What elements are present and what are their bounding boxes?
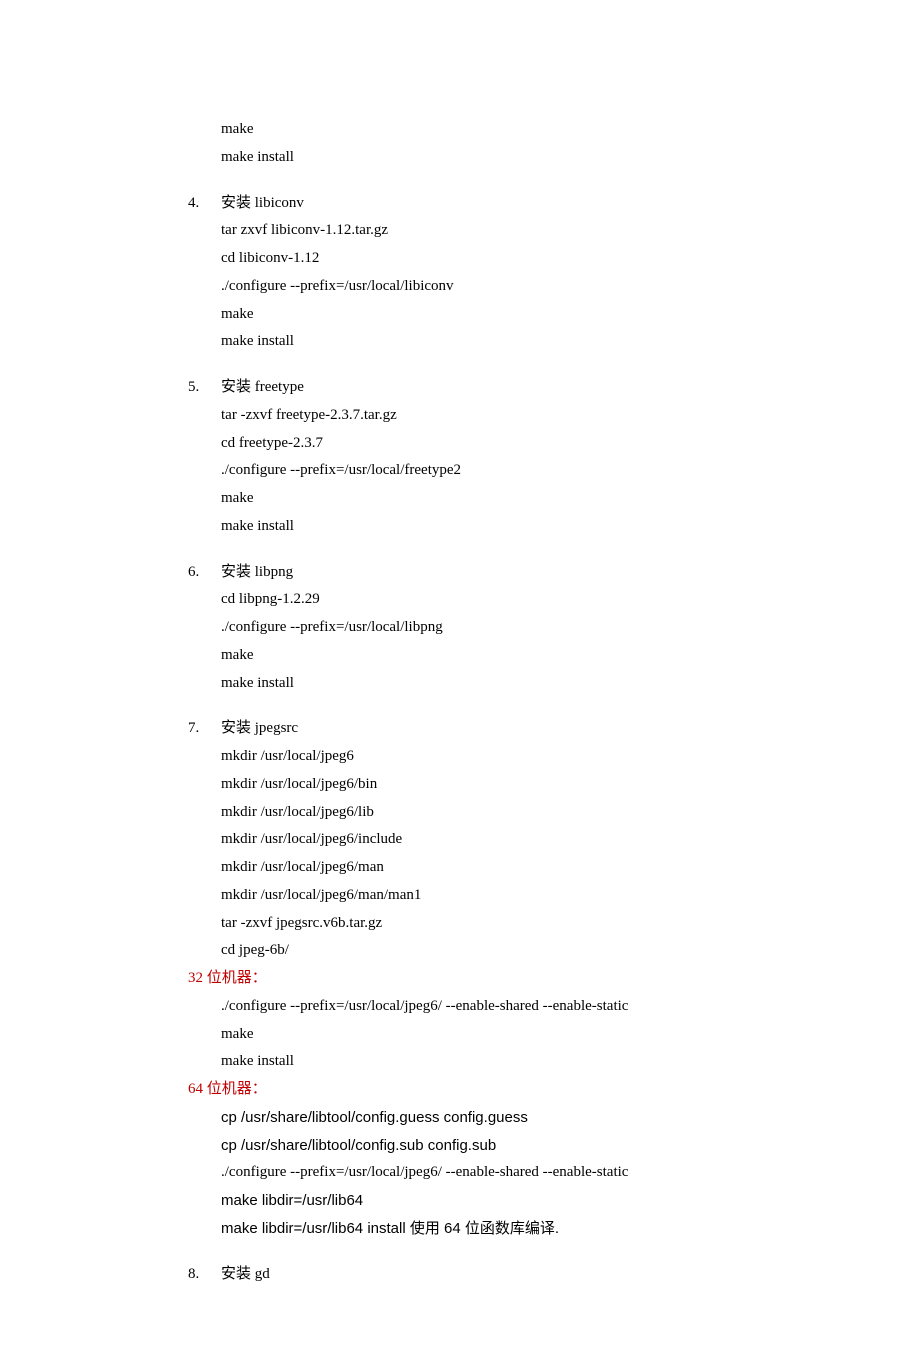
code-line: make — [221, 642, 443, 670]
section-title: 安装 libpng — [221, 559, 443, 587]
code-line: make install — [221, 328, 454, 356]
code-line: cd freetype-2.3.7 — [221, 430, 461, 458]
code-line: tar zxvf libiconv-1.12.tar.gz — [221, 217, 454, 245]
section-body: 安装 libpng cd libpng-1.2.29 ./configure -… — [221, 559, 443, 698]
code-line: cp /usr/share/libtool/config.sub config.… — [221, 1132, 800, 1160]
section-number: 8. — [188, 1261, 221, 1289]
code-line: cd libpng-1.2.29 — [221, 586, 443, 614]
section-number: 7. — [188, 715, 221, 965]
block-64bit: cp /usr/share/libtool/config.guess confi… — [188, 1104, 800, 1243]
code-line: mkdir /usr/local/jpeg6/bin — [221, 771, 421, 799]
section-5: 5. 安装 freetype tar -zxvf freetype-2.3.7.… — [188, 374, 800, 541]
code-line: mkdir /usr/local/jpeg6/man — [221, 854, 421, 882]
code-line: mkdir /usr/local/jpeg6/lib — [221, 799, 421, 827]
code-line: make — [221, 1021, 800, 1049]
section-title: 安装 gd — [221, 1261, 270, 1289]
code-line: make libdir=/usr/lib64 — [221, 1187, 800, 1215]
code-line: ./configure --prefix=/usr/local/jpeg6/ -… — [221, 1159, 800, 1187]
code-line: ./configure --prefix=/usr/local/libpng — [221, 614, 443, 642]
section-6: 6. 安装 libpng cd libpng-1.2.29 ./configur… — [188, 559, 800, 698]
code-line: make install — [221, 1048, 800, 1076]
code-line: tar -zxvf freetype-2.3.7.tar.gz — [221, 402, 461, 430]
section-number: 4. — [188, 190, 221, 357]
document-page: make make install 4. 安装 libiconv tar zxv… — [0, 0, 920, 1368]
section-body: 安装 freetype tar -zxvf freetype-2.3.7.tar… — [221, 374, 461, 541]
code-line: ./configure --prefix=/usr/local/freetype… — [221, 457, 461, 485]
red-label: 32 位机器： — [188, 970, 267, 986]
code-line: make install — [221, 670, 443, 698]
code-line: make — [221, 485, 461, 513]
section-title: 安装 libiconv — [221, 190, 454, 218]
code-line: make — [221, 116, 800, 144]
section-body: 安装 jpegsrc mkdir /usr/local/jpeg6 mkdir … — [221, 715, 421, 965]
code-line: cp /usr/share/libtool/config.guess confi… — [221, 1104, 800, 1132]
code-line: cd jpeg-6b/ — [221, 937, 421, 965]
section-title: 安装 jpegsrc — [221, 715, 421, 743]
pre-block: make make install — [188, 116, 800, 172]
code-line: make libdir=/usr/lib64 install 使用 64 位函数… — [221, 1215, 800, 1243]
section-number: 5. — [188, 374, 221, 541]
block-32bit: ./configure --prefix=/usr/local/jpeg6/ -… — [188, 993, 800, 1076]
section-body: 安装 gd — [221, 1261, 270, 1289]
section-8: 8. 安装 gd — [188, 1261, 800, 1289]
red-label: 64 位机器： — [188, 1081, 267, 1097]
code-line: make — [221, 301, 454, 329]
label-64bit: 64 位机器： — [188, 1076, 800, 1104]
section-4: 4. 安装 libiconv tar zxvf libiconv-1.12.ta… — [188, 190, 800, 357]
code-line: ./configure --prefix=/usr/local/libiconv — [221, 273, 454, 301]
code-line: mkdir /usr/local/jpeg6/include — [221, 826, 421, 854]
code-line: cd libiconv-1.12 — [221, 245, 454, 273]
code-line: tar -zxvf jpegsrc.v6b.tar.gz — [221, 910, 421, 938]
code-line: make install — [221, 144, 800, 172]
section-body: 安装 libiconv tar zxvf libiconv-1.12.tar.g… — [221, 190, 454, 357]
code-line: make install — [221, 513, 461, 541]
code-line: ./configure --prefix=/usr/local/jpeg6/ -… — [221, 993, 800, 1021]
code-line: mkdir /usr/local/jpeg6/man/man1 — [221, 882, 421, 910]
label-32bit: 32 位机器： — [188, 965, 800, 993]
section-number: 6. — [188, 559, 221, 698]
code-line: mkdir /usr/local/jpeg6 — [221, 743, 421, 771]
section-7: 7. 安装 jpegsrc mkdir /usr/local/jpeg6 mkd… — [188, 715, 800, 965]
section-title: 安装 freetype — [221, 374, 461, 402]
